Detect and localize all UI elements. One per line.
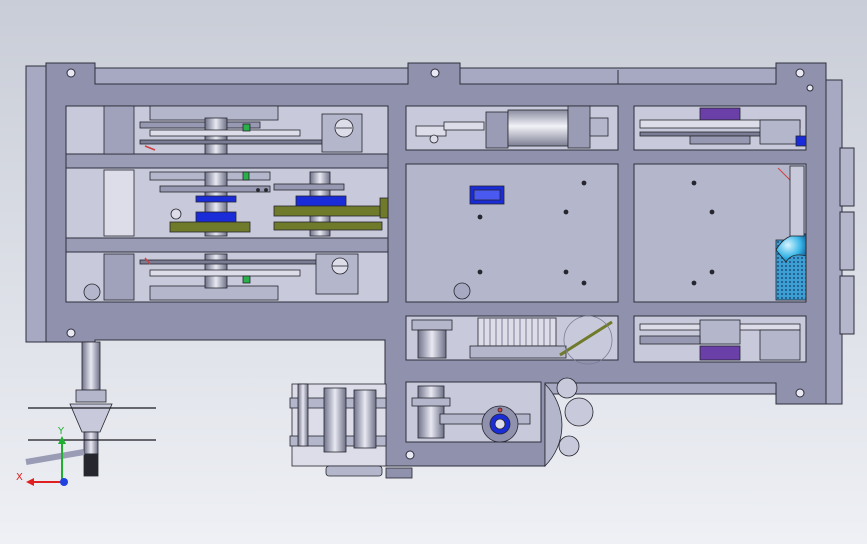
mounting-hole [430,68,440,78]
crossbar [65,153,389,169]
left-side-rail [25,65,47,343]
mounting-hole [66,68,76,78]
right-side-plate-3 [839,275,855,335]
right-side-plate-2 [839,211,855,271]
cad-viewport[interactable]: X Y [0,0,867,544]
assembly-drawing: X Y [0,0,867,544]
bottom-gear-assembly [83,253,359,301]
mounting-hole [795,68,805,78]
z-axis-dot [60,478,68,486]
triad-x-label: X [16,472,23,483]
center-plate [405,163,619,303]
mounting-hole [795,388,805,398]
mounting-hole [806,84,814,92]
top-rail-right [455,67,787,85]
top-rail [94,67,416,85]
crossbar [65,237,389,253]
mounting-hole [405,450,415,460]
mounting-hole [66,328,76,338]
triad-y-label: Y [57,426,65,437]
right-side-plate-1 [839,147,855,207]
